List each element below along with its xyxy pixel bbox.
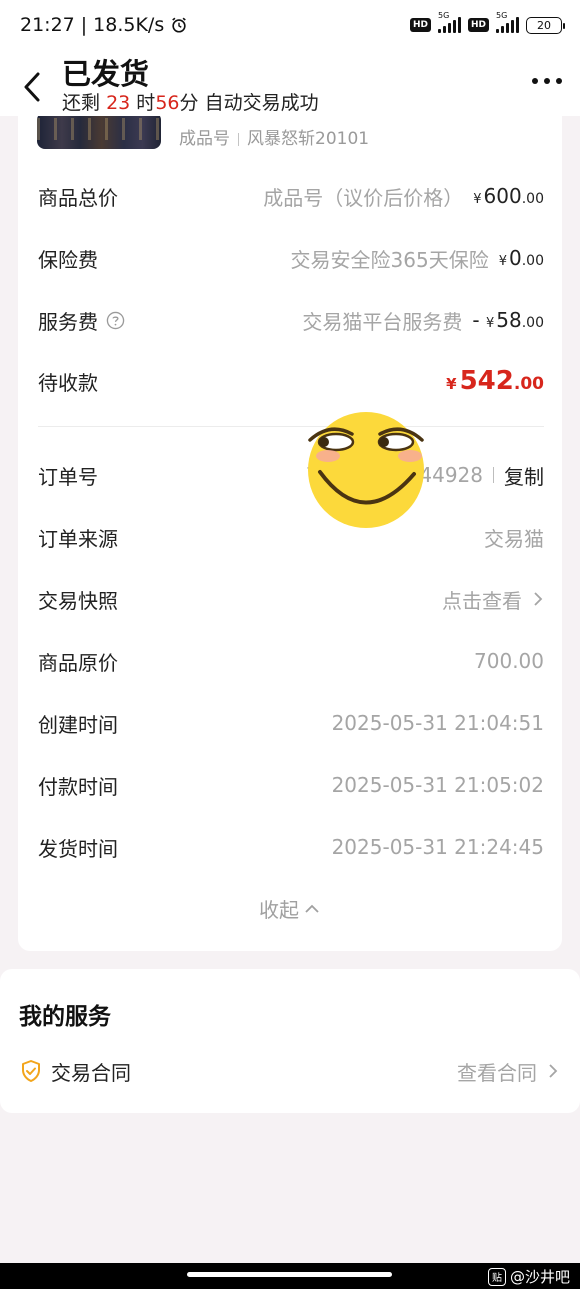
original-price-row: 商品原价 700.00 (38, 641, 544, 681)
chevron-up-icon (305, 904, 319, 913)
order-source-value: 交易猫 (484, 526, 544, 551)
insurance-row: 保险费 交易安全险365天保险 ¥0.00 (38, 238, 544, 278)
more-icon[interactable] (532, 76, 562, 86)
contract-label: 交易合同 (51, 1060, 131, 1085)
hd-badge-1: HD (409, 18, 431, 32)
shipped-time-label: 发货时间 (38, 836, 118, 861)
status-right: HD 5G HD 5G 20 (409, 11, 565, 34)
pending-payment-amount: ¥542.00 (446, 366, 544, 396)
goods-name: 风暴怒斩20101 (247, 129, 370, 149)
watermark: 贴 @沙井吧 (487, 1266, 570, 1287)
pending-payment-row: 待收款 ¥542.00 (38, 361, 544, 401)
total-price-amount: ¥600.00 (473, 184, 544, 208)
network-type-2: 5G (496, 11, 508, 20)
page-title: 已发货 (62, 57, 150, 91)
help-icon[interactable] (106, 311, 125, 330)
shipped-time-row: 发货时间 2025-05-31 21:24:45 (38, 827, 544, 867)
snapshot-link[interactable]: 点击查看 (442, 585, 522, 614)
countdown-minutes: 56 (155, 92, 180, 114)
battery-level: 20 (537, 18, 551, 32)
chevron-right-icon (534, 592, 543, 606)
divider (38, 426, 544, 427)
status-bar: 21:27 | 18.5K/s HD 5G HD 5G 20 (0, 0, 580, 50)
network-speed: 18.5K/s (93, 14, 165, 36)
paid-time-row: 付款时间 2025-05-31 21:05:02 (38, 765, 544, 805)
shield-check-icon (22, 1060, 40, 1082)
order-source-row: 订单来源 交易猫 (38, 517, 544, 557)
battery-icon: 20 (526, 16, 565, 34)
order-source-label: 订单来源 (38, 526, 118, 551)
signal-icon: 5G (437, 11, 461, 33)
total-price-desc: 成品号（议价后价格） (263, 185, 464, 210)
paid-time-value: 2025-05-31 21:05:02 (331, 773, 544, 797)
view-contract-link[interactable]: 查看合同 (457, 1057, 537, 1086)
status-separator: | (80, 14, 88, 36)
home-indicator[interactable] (187, 1272, 392, 1277)
network-type-1: 5G (437, 11, 450, 20)
insurance-amount: ¥0.00 (498, 246, 544, 270)
collapse-button[interactable]: 收起 (18, 894, 562, 923)
snapshot-label: 交易快照 (38, 588, 118, 613)
created-time-label: 创建时间 (38, 712, 118, 737)
snapshot-row[interactable]: 交易快照 点击查看 (38, 579, 544, 619)
insurance-desc: 交易安全险365天保险 (290, 247, 489, 272)
signal-icon-2: 5G (496, 11, 519, 33)
back-arrow-icon[interactable] (20, 70, 46, 104)
total-price-label: 商品总价 (38, 185, 118, 210)
countdown-hours-unit: 时 (136, 92, 156, 114)
total-price-row: 商品总价 成品号（议价后价格） ¥600.00 (38, 176, 544, 216)
original-price-value: 700.00 (474, 649, 544, 673)
goods-type: 成品号 (179, 129, 230, 149)
my-services-card: 我的服务 交易合同 查看合同 (0, 969, 580, 1113)
order-detail-card: 成品号 风暴怒斩20101 商品总价 成品号（议价后价格） ¥600.00 保险费… (18, 100, 562, 951)
created-time-value: 2025-05-31 21:04:51 (331, 711, 544, 735)
smirk-face-sticker (308, 412, 424, 528)
chevron-right-icon (549, 1064, 558, 1078)
paid-time-label: 付款时间 (38, 774, 118, 799)
created-time-row: 创建时间 2025-05-31 21:04:51 (38, 703, 544, 743)
service-fee-desc: 交易猫平台服务费 (302, 309, 463, 334)
service-fee-label: 服务费 (38, 309, 98, 334)
page-header: 已发货 还剩 23 时56分 自动交易成功 (0, 50, 580, 116)
goods-subtitle: 成品号 风暴怒斩20101 (179, 124, 369, 149)
status-time: 21:27 (20, 14, 75, 36)
services-title: 我的服务 (19, 1004, 111, 1030)
service-fee-amount: - ¥58.00 (472, 308, 544, 332)
countdown-minutes-unit: 分 (179, 92, 199, 114)
service-fee-row: 服务费 交易猫平台服务费 - ¥58.00 (38, 300, 544, 340)
copy-button[interactable]: 复制 (504, 461, 544, 490)
countdown-prefix: 还剩 (62, 92, 101, 114)
collapse-label: 收起 (259, 898, 299, 922)
tieba-logo-icon: 贴 (487, 1267, 506, 1286)
original-price-label: 商品原价 (38, 650, 118, 675)
insurance-label: 保险费 (38, 247, 98, 272)
goods-thumbnail[interactable] (37, 112, 161, 149)
status-left: 21:27 | 18.5K/s (20, 14, 188, 36)
pending-payment-label: 待收款 (38, 370, 98, 395)
order-number-row: 订单号 71 44928 复制 (38, 455, 544, 495)
alarm-icon (172, 17, 187, 33)
hd-badge-2: HD (467, 18, 489, 32)
shipped-time-value: 2025-05-31 21:24:45 (331, 835, 544, 859)
countdown-suffix: 自动交易成功 (204, 92, 319, 114)
watermark-text: @沙井吧 (509, 1268, 570, 1286)
auto-complete-countdown: 还剩 23 时56分 自动交易成功 (62, 88, 319, 115)
order-number-label: 订单号 (38, 464, 98, 489)
countdown-hours: 23 (106, 92, 131, 114)
contract-row[interactable]: 交易合同 查看合同 (19, 1051, 559, 1091)
system-nav-bar: 贴 @沙井吧 (0, 1263, 580, 1289)
